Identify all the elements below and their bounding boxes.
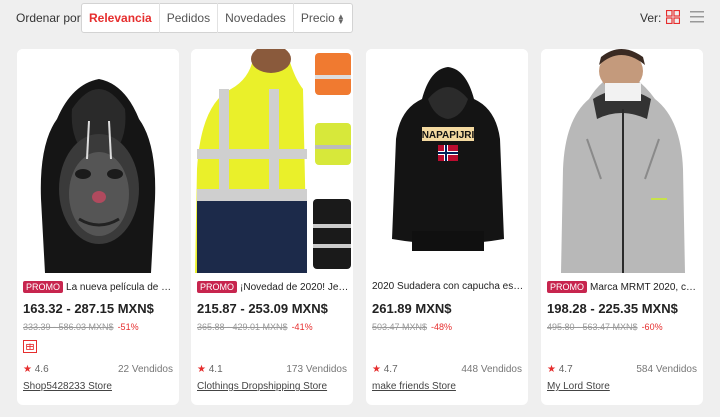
old-price-row: 495.80 - 563.47 MXN$ -60% [547, 322, 663, 332]
sold-count: 448 Vendidos [461, 364, 522, 375]
rating-value: 4.1 [208, 364, 223, 375]
sold-count: 584 Vendidos [636, 364, 697, 375]
star-icon: ★ [372, 364, 381, 375]
product-image-grey-jacket[interactable] [541, 49, 703, 273]
old-price-row: 365.88 - 429.01 MXN$ -41% [197, 322, 313, 332]
store-link[interactable]: Clothings Dropshipping Store [197, 381, 327, 392]
promo-badge: PROMO [547, 281, 588, 293]
product-image-clown-hoodie[interactable] [17, 49, 179, 273]
sort-option-newest[interactable]: Novedades [218, 3, 294, 33]
sort-option-price-label: Precio [300, 11, 335, 25]
sort-bar: Ordenar por: Relevancia Pedidos Novedade… [0, 0, 720, 38]
rating: ★ 4.7 [547, 364, 573, 375]
old-price: 495.80 - 563.47 MXN$ [547, 322, 638, 332]
promo-badge: PROMO [23, 281, 64, 293]
discount: -41% [291, 322, 313, 332]
product-card[interactable]: PROMO ¡Novedad de 2020! Jersey ... 215.8… [191, 49, 353, 405]
product-title[interactable]: La nueva película de Penn... [66, 282, 175, 293]
product-title-row[interactable]: PROMO ¡Novedad de 2020! Jersey ... [197, 281, 349, 293]
product-card[interactable]: PROMO Marca MRMT 2020, chaqu... 198.28 -… [541, 49, 703, 405]
star-icon: ★ [547, 364, 556, 375]
sold-count: 22 Vendidos [117, 364, 173, 375]
rating: ★ 4.7 [372, 364, 398, 375]
rating: ★ 4.6 [23, 364, 49, 375]
product-title-row[interactable]: PROMO La nueva película de Penn... [23, 281, 175, 293]
sort-updown-icon: ▲ ▼ [336, 11, 345, 26]
promo-badge: PROMO [197, 281, 238, 293]
old-price: 333.39 - 586.03 MXN$ [23, 322, 114, 332]
product-title[interactable]: 2020 Sudadera con capucha esta... [372, 281, 524, 292]
star-icon: ★ [23, 364, 32, 375]
product-price: 215.87 - 253.09 MXN$ [197, 301, 328, 316]
list-view-icon[interactable] [690, 11, 704, 23]
product-title-row[interactable]: PROMO Marca MRMT 2020, chaqu... [547, 281, 699, 293]
discount: -51% [117, 322, 139, 332]
sort-option-relevance[interactable]: Relevancia [82, 3, 160, 33]
sort-option-price[interactable]: Precio ▲ ▼ [294, 3, 352, 33]
old-price-row: 503.47 MXN$ -48% [372, 322, 452, 332]
old-price: 503.47 MXN$ [372, 322, 428, 332]
product-image-napapijri-hoodie[interactable]: NAPAPIJRI [366, 49, 528, 273]
product-title[interactable]: Marca MRMT 2020, chaqu... [590, 282, 699, 293]
product-title-row[interactable]: 2020 Sudadera con capucha esta... [372, 281, 524, 292]
product-title[interactable]: ¡Novedad de 2020! Jersey ... [240, 282, 349, 293]
sort-label: Ordenar por: [16, 11, 85, 25]
product-card[interactable]: NAPAPIJRI 2020 Sudadera con capucha esta… [366, 49, 528, 405]
coupon-icon [23, 340, 37, 353]
product-card[interactable]: PROMO La nueva película de Penn... 163.3… [17, 49, 179, 405]
old-price-row: 333.39 - 586.03 MXN$ -51% [23, 322, 139, 332]
rating-value: 4.7 [383, 364, 398, 375]
store-link[interactable]: My Lord Store [547, 381, 610, 392]
product-price: 198.28 - 225.35 MXN$ [547, 301, 678, 316]
sort-option-orders[interactable]: Pedidos [160, 3, 219, 33]
sold-count: 173 Vendidos [286, 364, 347, 375]
discount: -60% [641, 322, 663, 332]
star-icon: ★ [197, 364, 206, 375]
product-price: 261.89 MXN$ [372, 301, 452, 316]
discount: -48% [431, 322, 453, 332]
store-link[interactable]: make friends Store [372, 381, 456, 392]
store-link[interactable]: Shop5428233 Store [23, 381, 112, 392]
sort-options: Relevancia Pedidos Novedades Precio ▲ ▼ [81, 3, 353, 33]
rating: ★ 4.1 [197, 364, 223, 375]
rating-value: 4.6 [34, 364, 49, 375]
old-price: 365.88 - 429.01 MXN$ [197, 322, 288, 332]
rating-value: 4.7 [558, 364, 573, 375]
product-image-safety-hoodie[interactable] [191, 49, 353, 273]
grid-view-icon[interactable] [666, 10, 680, 24]
view-label: Ver: [640, 11, 662, 25]
product-price: 163.32 - 287.15 MXN$ [23, 301, 154, 316]
napapijri-logo: NAPAPIJRI [422, 130, 475, 141]
